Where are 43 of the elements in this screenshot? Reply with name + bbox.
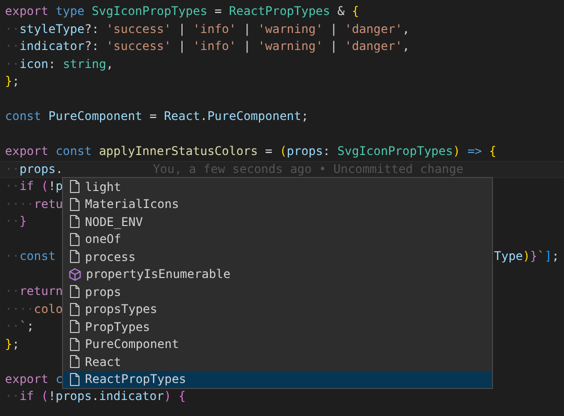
code-line: export type SvgIconPropTypes = ReactPropTypes & { [5,4,360,18]
code-line: export c [5,372,63,386]
suggestion-item[interactable]: oneOf [63,230,492,248]
code-line: ··`; [5,319,34,333]
code-line: const PureComponent = React.PureComponent; [5,109,308,123]
code-line: ··styleType?: 'success' | 'info' | 'warning' | 'danger', [5,22,410,36]
code-line: ··if (!p [5,179,63,193]
code-line: }; [5,74,20,88]
code-line: ··if (!props.indicator) { [5,389,186,403]
document-icon [69,215,80,228]
document-icon [69,302,80,316]
code-line: ··indicator?: 'success' | 'info' | 'warning' | 'danger', [5,39,410,53]
document-icon [69,355,80,368]
suggestion-item[interactable]: propsTypes [63,300,492,318]
document-icon [69,198,80,211]
code-line: export const applyInnerStatusColors = (props: SvgIconPropTypes) => { [5,144,496,158]
code-line: ··props. [5,162,63,176]
code-line: ··return [5,284,63,298]
suggestion-item[interactable]: MaterialIcons [63,196,492,213]
suggestion-item[interactable]: propertyIsEnumerable [63,266,492,283]
suggestion-item[interactable]: NODE_ENV [63,213,492,230]
code-line: ··} [5,214,27,228]
document-icon [69,250,80,264]
suggestion-item[interactable]: React [63,353,492,370]
suggestion-item[interactable]: props [63,283,492,300]
document-icon [69,338,80,351]
code-line: ··const [5,249,56,263]
suggestion-item[interactable]: ReactPropTypes [63,370,492,388]
document-icon [69,232,80,246]
suggestion-item[interactable]: process [63,248,492,266]
document-icon [69,320,80,334]
suggestion-item[interactable]: light [63,178,492,196]
cube-icon [69,268,81,281]
code-line: ····retu [5,196,63,210]
document-icon [69,372,80,386]
document-icon [69,180,80,194]
document-icon [69,285,80,298]
code-line: Type)}`]; [494,248,560,265]
code-line: ··icon: string, [5,56,114,70]
code-line: ····colo [5,302,63,316]
suggestion-item[interactable]: PropTypes [63,318,492,336]
code-line: }; [5,336,20,350]
suggestion-item[interactable]: PureComponent [63,336,492,353]
